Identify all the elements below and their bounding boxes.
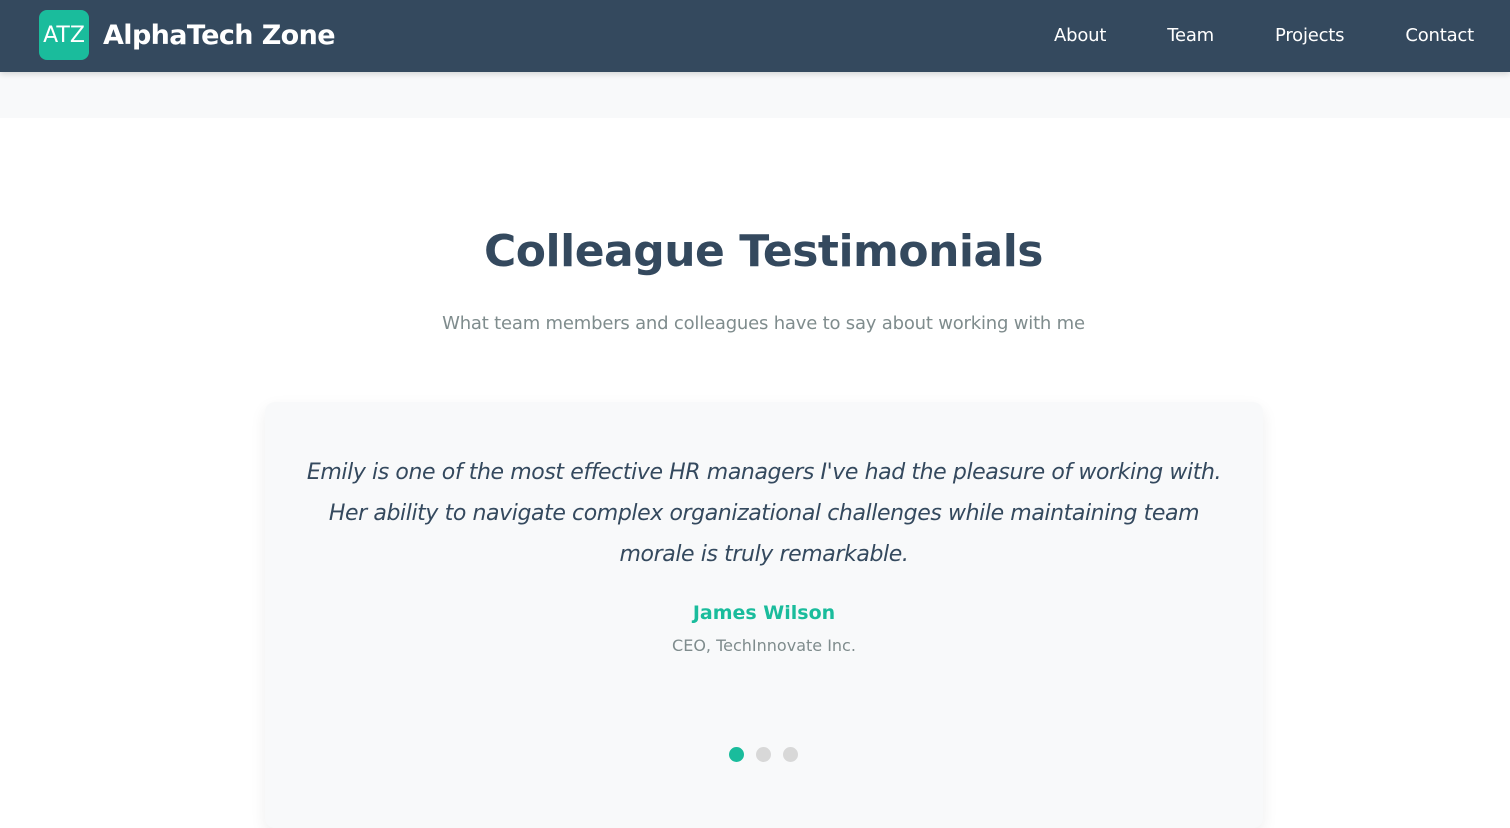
testimonials-section: Colleague Testimonials What team members… <box>0 118 1510 828</box>
top-navbar: ATZ AlphaTech Zone About Team Projects C… <box>0 0 1510 72</box>
pagination-dot-3[interactable] <box>783 747 798 762</box>
testimonial-author-role: CEO, TechInnovate Inc. <box>672 636 856 655</box>
section-subtitle: What team members and colleagues have to… <box>442 313 1085 334</box>
pagination-dot-1[interactable] <box>729 747 744 762</box>
nav-links: About Team Projects Contact <box>993 25 1474 47</box>
nav-link-projects[interactable]: Projects <box>1275 25 1345 46</box>
pagination-dot-2[interactable] <box>756 747 771 762</box>
section-title: Colleague Testimonials <box>484 226 1043 277</box>
nav-link-contact[interactable]: Contact <box>1405 25 1474 46</box>
testimonial-quote: Emily is one of the most effective HR ma… <box>306 460 1222 567</box>
brand-logo: ATZ <box>39 10 89 60</box>
brand-link[interactable]: ATZ AlphaTech Zone <box>39 10 336 61</box>
testimonial-author: James Wilson <box>692 602 836 624</box>
brand-name: AlphaTech Zone <box>103 19 336 51</box>
previous-section-strip <box>0 72 1510 118</box>
nav-link-team[interactable]: Team <box>1167 25 1214 46</box>
nav-link-about[interactable]: About <box>1054 25 1106 46</box>
testimonial-card: Emily is one of the most effective HR ma… <box>265 402 1263 828</box>
testimonial-pagination <box>729 747 798 762</box>
